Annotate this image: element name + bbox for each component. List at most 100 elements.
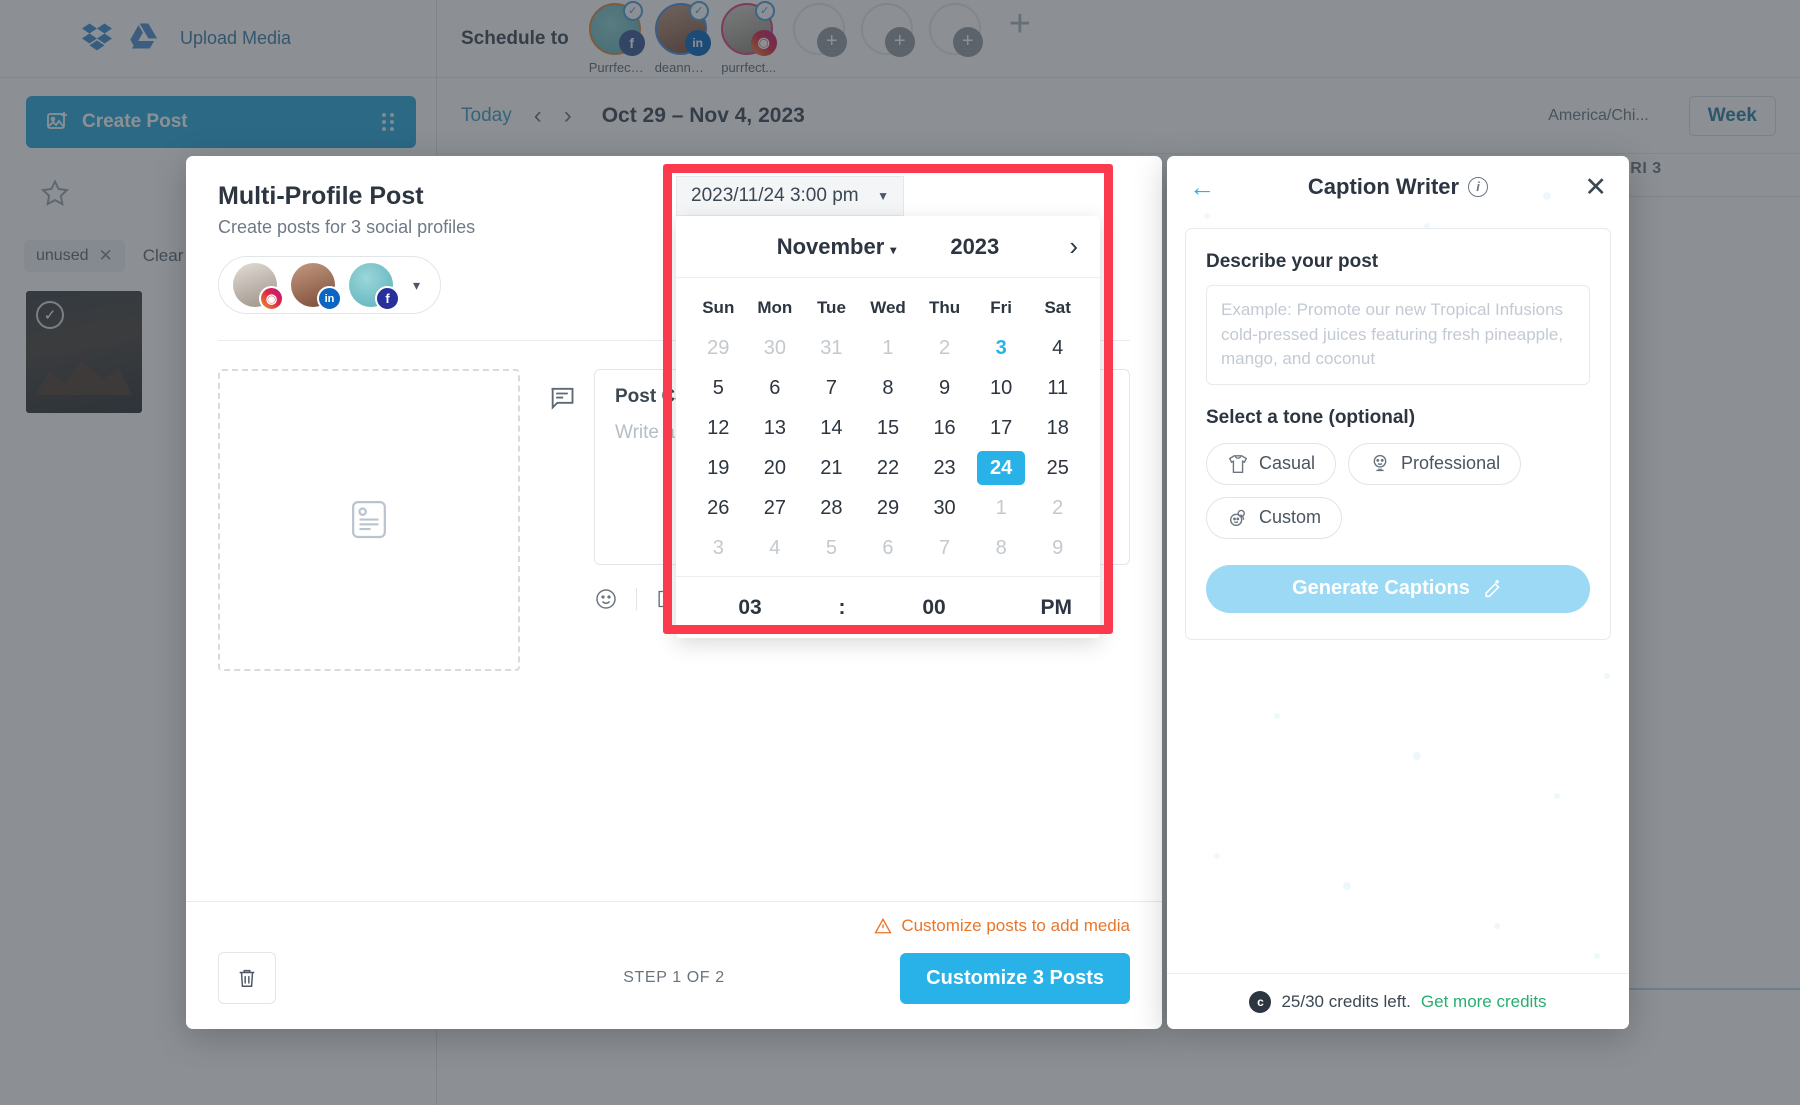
tone-chip-casual[interactable]: Casual	[1206, 442, 1337, 485]
calendar-day-label: 30	[763, 336, 786, 359]
calendar-day-label: 26	[707, 496, 730, 519]
generate-captions-button[interactable]: Generate Captions	[1206, 564, 1590, 613]
calendar-day-label: 24	[977, 451, 1026, 485]
calendar-day-cell[interactable]: 4	[1029, 328, 1086, 368]
next-month-button[interactable]: ›	[1069, 231, 1078, 262]
media-dropzone[interactable]	[218, 369, 520, 671]
calendar-week-row: 12 13 14 15 16 17 18	[690, 408, 1086, 448]
get-more-credits-link[interactable]: Get more credits	[1421, 992, 1547, 1012]
calendar-day-cell[interactable]: 8	[860, 368, 917, 408]
calendar-day-cell[interactable]: 26	[690, 488, 747, 528]
calendar-day-cell[interactable]: 19	[690, 448, 747, 488]
calendar-day-label: 25	[1046, 456, 1069, 479]
calendar-day-cell[interactable]: 31	[803, 328, 860, 368]
calendar-day-cell[interactable]: 3	[690, 528, 747, 568]
calendar-day-label: 4	[769, 536, 781, 559]
tone-label-custom: Custom	[1259, 507, 1322, 528]
calendar-day-cell[interactable]: 18	[1029, 408, 1086, 448]
calendar-day-cell[interactable]: 30	[747, 328, 804, 368]
calendar-day-label: 11	[1047, 376, 1069, 399]
month-selector[interactable]: November ▾	[777, 234, 897, 260]
selected-profiles-pill[interactable]: ◉ in f ▾	[218, 256, 442, 314]
calendar-day-cell[interactable]: 9	[916, 368, 973, 408]
calendar-day-label: 29	[707, 336, 730, 359]
avatar-instagram: ◉	[233, 263, 284, 311]
calendar-day-label: 1	[882, 336, 894, 359]
calendar-day-cell[interactable]: 30	[916, 488, 973, 528]
calendar-day-cell[interactable]: 27	[747, 488, 804, 528]
calendar-day-cell[interactable]: 21	[803, 448, 860, 488]
calendar-day-label: 1	[995, 496, 1007, 519]
calendar-day-cell[interactable]: 25	[1029, 448, 1086, 488]
calendar-day-cell[interactable]: 3	[973, 328, 1030, 368]
calendar-day-cell[interactable]: 1	[860, 328, 917, 368]
calendar-day-cell[interactable]: 11	[1029, 368, 1086, 408]
comment-icon	[548, 383, 576, 411]
calendar-day-cell[interactable]: 29	[690, 328, 747, 368]
calendar-day-cell[interactable]: 15	[860, 408, 917, 448]
meridiem-value[interactable]: PM	[980, 596, 1073, 620]
calendar-day-cell[interactable]: 17	[973, 408, 1030, 448]
calendar-day-label: 22	[876, 456, 900, 479]
calendar-day-label: 8	[995, 536, 1007, 559]
describe-textarea[interactable]: Example: Promote our new Tropical Infusi…	[1206, 285, 1590, 385]
coin-icon: c	[1249, 990, 1272, 1013]
calendar-day-label: 23	[933, 456, 956, 479]
calendar-day-cell[interactable]: 16	[916, 408, 973, 448]
weekday-label: Wed	[870, 298, 906, 317]
tone-chip-professional[interactable]: Professional	[1348, 442, 1522, 485]
step-indicator: STEP 1 OF 2	[623, 969, 725, 986]
calendar-day-cell[interactable]: 24	[973, 448, 1030, 488]
tone-options: Casual Professional Custom	[1206, 442, 1590, 539]
calendar-day-cell[interactable]: 7	[803, 368, 860, 408]
calendar-day-cell[interactable]: 5	[690, 368, 747, 408]
calendar-day-cell[interactable]: 20	[747, 448, 804, 488]
calendar-day-cell[interactable]: 28	[803, 488, 860, 528]
calendar-day-cell[interactable]: 1	[973, 488, 1030, 528]
calendar-week-row: 29 30 31 1 2 3 4	[690, 328, 1086, 368]
calendar-day-cell[interactable]: 12	[690, 408, 747, 448]
calendar-day-cell[interactable]: 6	[747, 368, 804, 408]
caption-writer-form: Describe your post Example: Promote our …	[1185, 228, 1611, 640]
media-warning-label: Customize posts to add media	[901, 916, 1130, 935]
calendar-day-label: 8	[882, 376, 894, 399]
hour-value[interactable]: 03	[704, 596, 796, 620]
calendar-day-label: 14	[820, 416, 843, 439]
customize-posts-button[interactable]: Customize 3 Posts	[900, 952, 1130, 1004]
calendar-day-cell[interactable]: 23	[916, 448, 973, 488]
media-warning: Customize posts to add media	[874, 916, 1130, 936]
chevron-down-icon[interactable]: ▾	[413, 277, 420, 294]
calendar-day-cell[interactable]: 10	[973, 368, 1030, 408]
weekday-header-row: Sun Mon Tue Wed Thu Fri Sat	[690, 288, 1086, 328]
avatar-facebook: f	[349, 263, 400, 311]
calendar-day-cell[interactable]: 9	[1029, 528, 1086, 568]
arrow-left-icon[interactable]: ←	[1189, 172, 1219, 203]
calendar-day-cell[interactable]: 29	[860, 488, 917, 528]
calendar-day-cell[interactable]: 13	[747, 408, 804, 448]
minute-value[interactable]: 00	[888, 596, 980, 620]
calendar-day-cell[interactable]: 6	[860, 528, 917, 568]
calendar-day-cell[interactable]: 2	[916, 328, 973, 368]
delete-draft-button[interactable]	[218, 952, 276, 1004]
emoji-icon[interactable]	[594, 587, 618, 611]
datetime-input[interactable]: 2023/11/24 3:00 pm ▼	[676, 176, 904, 216]
calendar-day-cell[interactable]: 8	[973, 528, 1030, 568]
chevron-down-icon[interactable]: ▼	[877, 189, 889, 203]
calendar-day-cell[interactable]: 7	[916, 528, 973, 568]
warning-icon	[874, 917, 892, 935]
weekday-label: Thu	[928, 298, 961, 317]
calendar-day-cell[interactable]: 2	[1029, 488, 1086, 528]
close-icon[interactable]: ✕	[1584, 172, 1607, 203]
time-selector: 03 : 00 PM	[676, 576, 1100, 638]
calendar-day-cell[interactable]: 5	[803, 528, 860, 568]
calendar-day-cell[interactable]: 22	[860, 448, 917, 488]
publish-datetime-picker: 2023/11/24 3:00 pm ▼ November ▾ 2023 › Su…	[676, 176, 1100, 638]
year-label[interactable]: 2023	[950, 234, 999, 260]
calendar-day-cell[interactable]: 4	[747, 528, 804, 568]
calendar-day-label: 6	[769, 376, 781, 399]
tie-face-icon	[1373, 454, 1387, 472]
info-icon[interactable]: i	[1468, 176, 1489, 197]
tone-chip-custom[interactable]: Custom	[1206, 496, 1343, 539]
calendar-day-cell[interactable]: 14	[803, 408, 860, 448]
facebook-icon: f	[375, 286, 400, 311]
